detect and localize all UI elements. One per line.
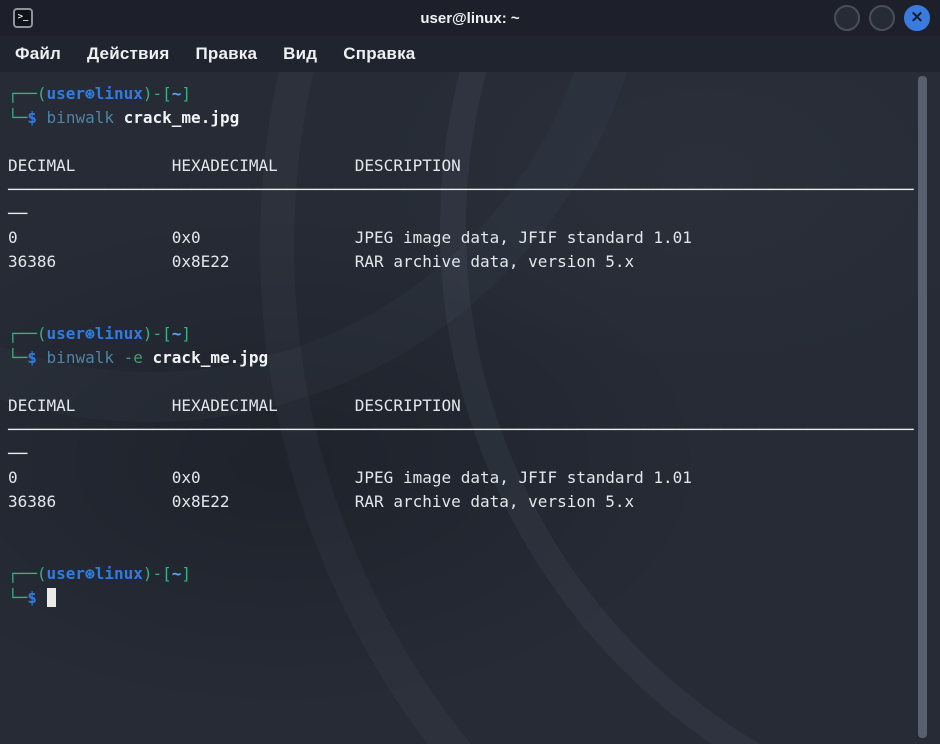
close-icon: × [910,9,924,26]
terminal-text-segment: ────────────────────────────────────────… [8,420,913,439]
terminal-text-segment [114,348,124,367]
terminal-text-segment: linux [95,324,143,343]
terminal-text-segment: user [47,84,86,103]
terminal-line: └─$ [8,586,940,610]
terminal-text-segment: 0 0x0 JPEG image data, JFIF standard 1.0… [8,228,692,247]
titlebar[interactable]: >_ user@linux: ~ × [0,0,940,36]
terminal-line: ┌──(user⊛linux)-[~] [8,82,940,106]
terminal-text-segment: )-[ [143,84,172,103]
terminal-text-segment: linux [95,564,143,583]
terminal-line: ── [8,202,940,226]
menubar: Файл Действия Правка Вид Справка [0,36,940,72]
terminal-text-segment: -e [124,348,143,367]
terminal-text-segment: $ [27,108,37,127]
terminal-text-segment: crack_me.jpg [124,108,240,127]
terminal-text-segment: └─ [8,588,27,607]
menu-file[interactable]: Файл [2,44,74,64]
terminal-text-segment: )-[ [143,324,172,343]
maximize-button[interactable] [869,5,895,31]
terminal-text-segment: ] [181,564,191,583]
terminal-text-segment: ┌──( [8,564,47,583]
terminal-output: ┌──(user⊛linux)-[~]└─$ binwalk crack_me.… [0,72,940,610]
terminal-line: └─$ binwalk -e crack_me.jpg [8,346,940,370]
terminal-text-segment: ┌──( [8,324,47,343]
terminal-text-segment: └─ [8,348,27,367]
terminal-line: ── [8,442,940,466]
terminal-text-segment: ] [181,84,191,103]
terminal-text-segment: binwalk [47,348,114,367]
menu-view[interactable]: Вид [270,44,330,64]
menu-help[interactable]: Справка [330,44,428,64]
terminal-icon: >_ [18,13,29,22]
terminal-text-segment [114,108,124,127]
terminal-line [8,298,940,322]
menu-edit[interactable]: Правка [182,44,270,64]
terminal-text-segment: 0 0x0 JPEG image data, JFIF standard 1.0… [8,468,692,487]
terminal-text-segment [37,588,47,607]
terminal-text-segment [143,348,153,367]
terminal-text-segment: user [47,324,86,343]
kali-glyph-icon: ⊛ [85,324,95,343]
terminal-text-segment: $ [27,348,37,367]
terminal-text-segment: DECIMAL HEXADECIMAL DESCRIPTION [8,156,461,175]
scrollbar-track [918,76,927,738]
terminal-text-segment: ────────────────────────────────────────… [8,180,913,199]
terminal-line: └─$ binwalk crack_me.jpg [8,106,940,130]
close-button[interactable]: × [904,5,930,31]
terminal-text-segment: 36386 0x8E22 RAR archive data, version 5… [8,492,634,511]
terminal-text-segment: )-[ [143,564,172,583]
terminal-line: 0 0x0 JPEG image data, JFIF standard 1.0… [8,226,940,250]
terminal-line: ┌──(user⊛linux)-[~] [8,562,940,586]
terminal-line [8,130,940,154]
terminal-line: ────────────────────────────────────────… [8,178,940,202]
window-controls: × [834,5,940,31]
terminal-line [8,538,940,562]
terminal-line: ────────────────────────────────────────… [8,418,940,442]
terminal-line: 0 0x0 JPEG image data, JFIF standard 1.0… [8,466,940,490]
terminal-line: DECIMAL HEXADECIMAL DESCRIPTION [8,154,940,178]
terminal-text-segment: DECIMAL HEXADECIMAL DESCRIPTION [8,396,461,415]
terminal-text-segment: binwalk [47,108,114,127]
terminal-text-segment: ] [181,324,191,343]
terminal-text-segment: └─ [8,108,27,127]
terminal-app-icon[interactable]: >_ [13,8,33,28]
terminal-text-segment: ~ [172,324,182,343]
terminal-line [8,514,940,538]
terminal-text-segment: ┌──( [8,84,47,103]
kali-glyph-icon: ⊛ [85,84,95,103]
scrollbar-thumb[interactable] [918,76,927,738]
terminal-viewport[interactable]: ┌──(user⊛linux)-[~]└─$ binwalk crack_me.… [0,72,940,744]
terminal-text-segment: user [47,564,86,583]
terminal-text-segment: linux [95,84,143,103]
terminal-text-segment [37,348,47,367]
terminal-line: DECIMAL HEXADECIMAL DESCRIPTION [8,394,940,418]
terminal-line [8,274,940,298]
kali-glyph-icon: ⊛ [85,564,95,583]
terminal-line: 36386 0x8E22 RAR archive data, version 5… [8,250,940,274]
terminal-text-segment: ~ [172,564,182,583]
terminal-line [8,370,940,394]
terminal-line: ┌──(user⊛linux)-[~] [8,322,940,346]
menu-actions[interactable]: Действия [74,44,182,64]
minimize-button[interactable] [834,5,860,31]
terminal-text-segment: $ [27,588,37,607]
terminal-text-segment: 36386 0x8E22 RAR archive data, version 5… [8,252,634,271]
terminal-text-segment: ── [8,444,27,463]
terminal-text-segment: ~ [172,84,182,103]
terminal-cursor [47,588,57,607]
terminal-text-segment [37,108,47,127]
window-title: user@linux: ~ [0,10,940,27]
terminal-text-segment: crack_me.jpg [153,348,269,367]
terminal-line: 36386 0x8E22 RAR archive data, version 5… [8,490,940,514]
terminal-text-segment: ── [8,204,27,223]
